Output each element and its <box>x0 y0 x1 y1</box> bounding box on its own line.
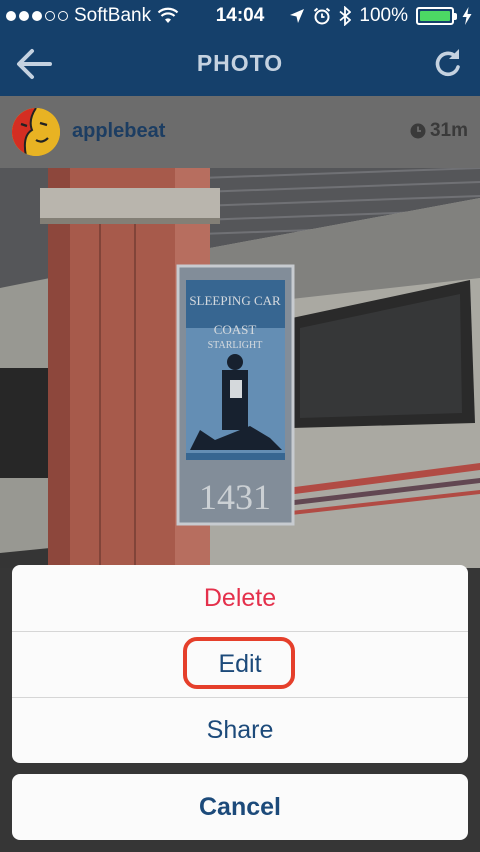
cancel-button[interactable]: Cancel <box>12 774 468 840</box>
header: SoftBank 14:04 100% PHOTO <box>0 0 480 96</box>
status-bar: SoftBank 14:04 100% <box>0 0 480 32</box>
status-right: 100% <box>289 5 472 27</box>
alarm-icon <box>314 7 331 25</box>
page-title: PHOTO <box>196 50 284 76</box>
avatar[interactable] <box>12 108 60 156</box>
post-time: 31m <box>410 120 468 142</box>
battery-percent: 100% <box>359 5 408 26</box>
battery-icon <box>416 7 457 25</box>
cancel-group: Cancel <box>12 774 468 840</box>
battery-level <box>420 11 450 21</box>
post-header: applebeat 31m <box>0 96 480 168</box>
share-button[interactable]: Share <box>12 697 468 763</box>
edit-button[interactable]: Edit <box>12 631 468 697</box>
charging-bolt-icon <box>462 7 472 25</box>
clock-icon <box>410 123 426 139</box>
username[interactable]: applebeat <box>72 120 165 143</box>
location-arrow-icon <box>290 9 305 23</box>
refresh-icon[interactable] <box>430 46 466 82</box>
bluetooth-icon <box>339 6 352 26</box>
nav-bar: PHOTO <box>0 32 480 96</box>
action-sheet: Delete Edit Share <box>12 565 468 763</box>
time-ago-label: 31m <box>429 120 468 141</box>
delete-button[interactable]: Delete <box>12 565 468 631</box>
